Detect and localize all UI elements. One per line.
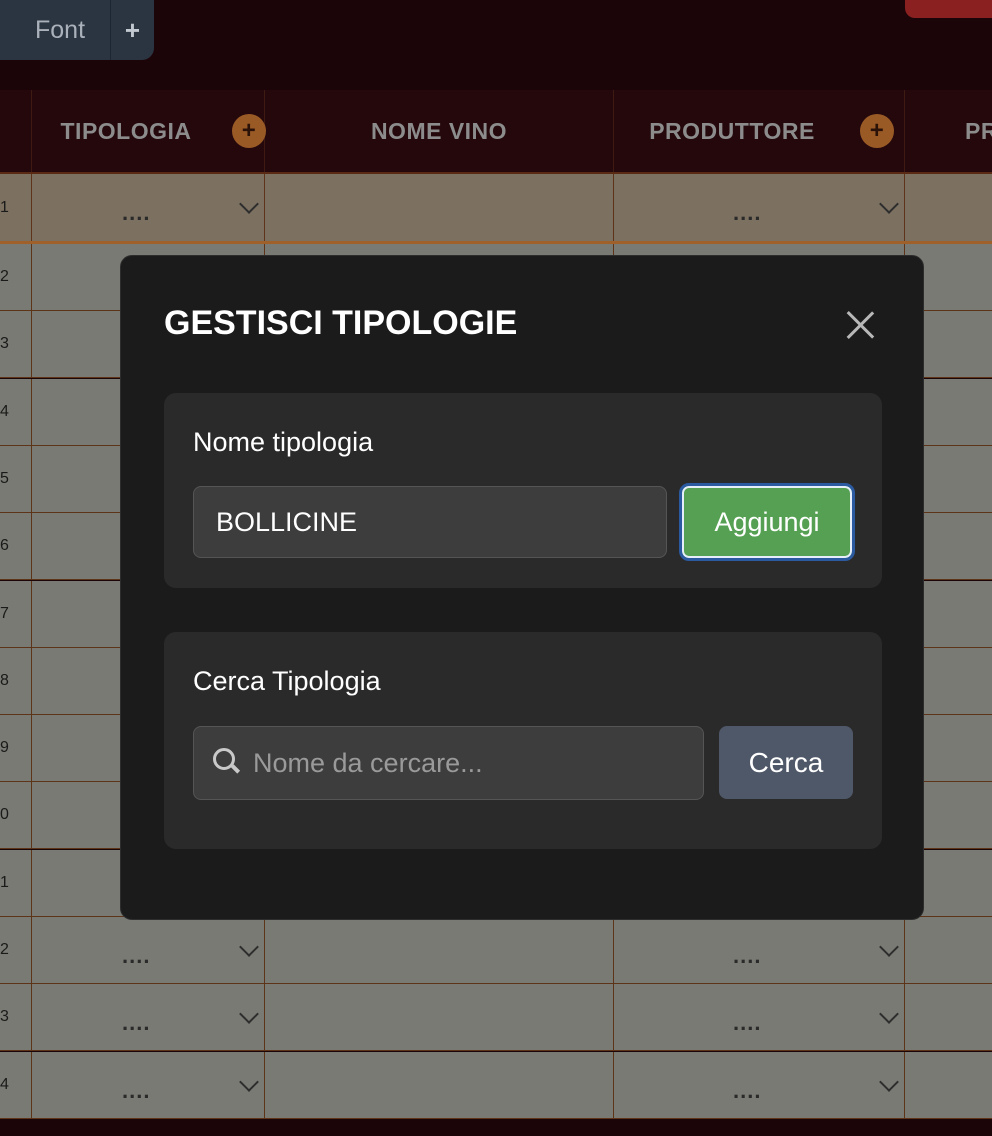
row-number: 1 <box>0 873 9 891</box>
tipologia-select-value[interactable]: .... <box>122 200 150 226</box>
table-row[interactable]: 3........ <box>0 984 992 1052</box>
row-number: 4 <box>0 1075 9 1093</box>
row-number: 2 <box>0 268 9 285</box>
table-row[interactable]: 1........ <box>0 174 992 244</box>
header-rownum <box>0 90 32 172</box>
row-number: 3 <box>0 335 9 353</box>
row-number: 6 <box>0 537 9 555</box>
font-add-button[interactable]: + <box>111 15 154 46</box>
add-tipologia-icon[interactable]: + <box>232 114 266 148</box>
row-number: 2 <box>0 941 9 958</box>
produttore-select-value[interactable]: .... <box>733 943 761 969</box>
table-row[interactable]: 2........ <box>0 917 992 984</box>
row-number: 4 <box>0 402 9 420</box>
search-field <box>193 726 704 800</box>
manage-types-modal: GESTISCI TIPOLOGIE Nome tipologia Aggiun… <box>120 255 924 920</box>
header-label: NOME VINO <box>370 117 508 144</box>
row-number: 1 <box>0 198 9 216</box>
header-prezzo[interactable]: PR <box>905 90 992 172</box>
nome-vino-cell[interactable] <box>265 984 614 1051</box>
prezzo-cell[interactable] <box>905 984 992 1050</box>
table-row[interactable]: 4........ <box>0 1051 992 1119</box>
top-toolbar: Font + <box>0 0 992 90</box>
header-tipologia[interactable]: TIPOLOGIA + <box>32 90 266 172</box>
nome-vino-cell[interactable] <box>265 174 614 241</box>
header-label: TIPOLOGIA <box>60 117 192 144</box>
header-label: PR <box>965 117 992 144</box>
close-icon[interactable] <box>845 310 875 340</box>
row-number: 7 <box>0 604 9 622</box>
search-type-label: Cerca Tipologia <box>193 666 381 696</box>
tipologia-select-value[interactable]: .... <box>122 943 150 969</box>
row-number: 3 <box>0 1008 9 1026</box>
prezzo-cell[interactable] <box>905 917 992 983</box>
produttore-select-value[interactable]: .... <box>733 1078 761 1104</box>
prezzo-cell[interactable] <box>905 1052 992 1118</box>
row-number: 5 <box>0 469 9 487</box>
header-nome-vino[interactable]: NOME VINO <box>265 90 614 172</box>
search-button[interactable]: Cerca <box>719 726 853 799</box>
font-control: Font + <box>0 0 154 60</box>
type-name-label: Nome tipologia <box>193 427 374 457</box>
tipologia-select-value[interactable]: .... <box>122 1010 150 1036</box>
type-name-input[interactable] <box>193 486 667 558</box>
produttore-select-value[interactable]: .... <box>733 1010 761 1036</box>
row-number: 9 <box>0 739 9 757</box>
nome-vino-cell[interactable] <box>265 917 614 983</box>
tipologia-select-value[interactable]: .... <box>122 1078 150 1104</box>
prezzo-cell[interactable] <box>905 174 992 241</box>
row-number: 0 <box>0 806 9 824</box>
font-button[interactable]: Font <box>0 16 110 45</box>
search-input[interactable] <box>193 726 704 800</box>
add-type-panel: Nome tipologia Aggiungi <box>164 393 882 588</box>
add-button[interactable]: Aggiungi <box>679 483 855 561</box>
header-produttore[interactable]: PRODUTTORE + <box>614 90 905 172</box>
produttore-select-value[interactable]: .... <box>733 200 761 226</box>
search-type-panel: Cerca Tipologia Cerca <box>164 632 882 849</box>
red-action-button[interactable] <box>905 0 992 18</box>
search-icon <box>213 748 235 770</box>
row-number: 8 <box>0 671 9 689</box>
nome-vino-cell[interactable] <box>265 1051 614 1118</box>
add-produttore-icon[interactable]: + <box>860 114 894 148</box>
table-header: TIPOLOGIA + NOME VINO PRODUTTORE + PR <box>0 90 992 174</box>
header-label: PRODUTTORE <box>649 117 815 144</box>
modal-title: GESTISCI TIPOLOGIE <box>164 304 518 342</box>
